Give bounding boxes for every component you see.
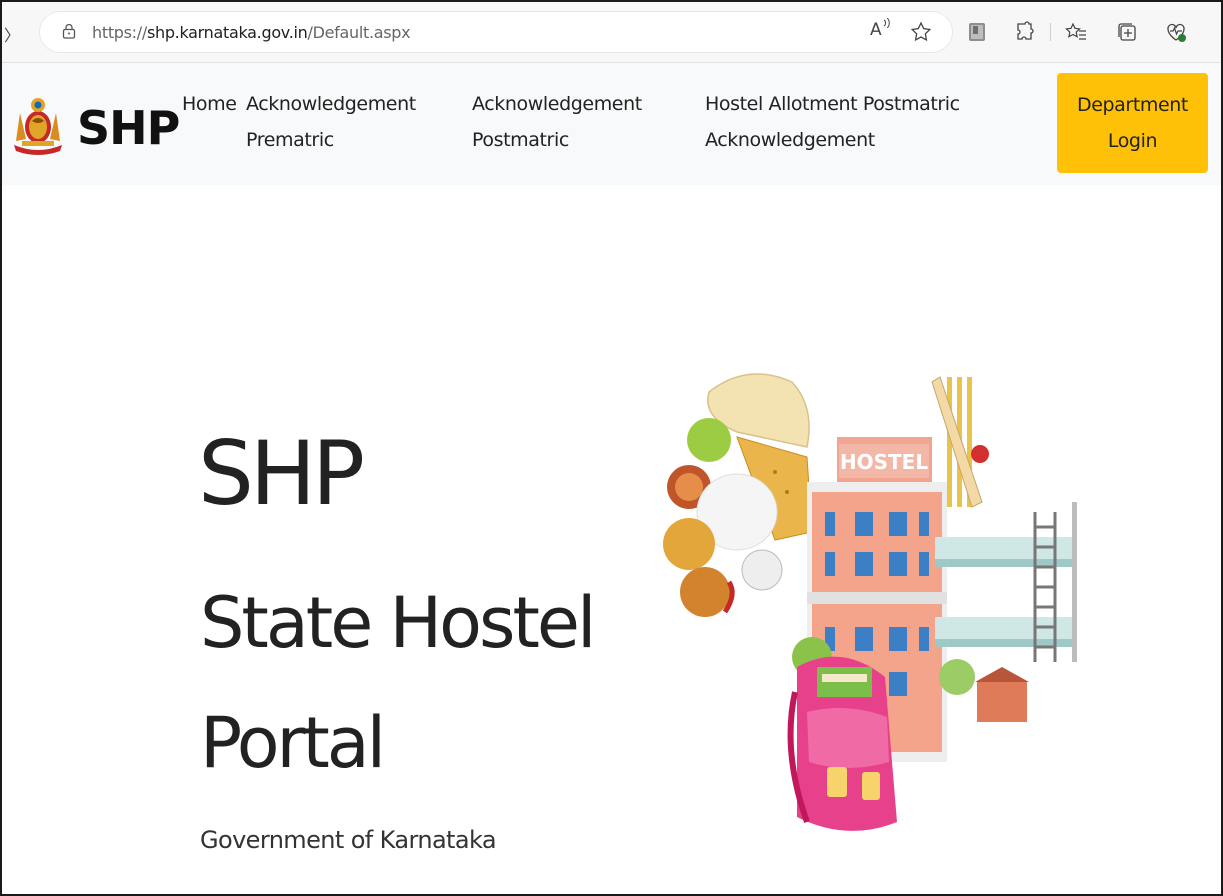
favorites-icon[interactable] xyxy=(1064,20,1088,44)
nav-home[interactable]: Home xyxy=(182,86,237,122)
url-text[interactable]: https://shp.karnataka.gov.in/Default.asp… xyxy=(92,23,411,42)
browser-toolbar: 〉 https://shp.karnataka.gov.in/Default.a… xyxy=(2,2,1221,63)
address-bar[interactable]: https://shp.karnataka.gov.in/Default.asp… xyxy=(40,12,952,52)
lock-icon[interactable] xyxy=(62,23,76,39)
hostel-illustration: HOSTEL xyxy=(663,373,1077,831)
nav-acknowledgement-postmatric[interactable]: Acknowledgement Postmatric xyxy=(472,86,642,158)
department-login-button[interactable]: Department Login xyxy=(1057,73,1208,173)
favorite-star-icon[interactable] xyxy=(909,20,933,44)
karnataka-emblem-icon[interactable] xyxy=(10,95,66,157)
extensions-icon[interactable] xyxy=(1013,20,1037,44)
nav-acknowledgement-prematric[interactable]: Acknowledgement Prematric xyxy=(246,86,416,158)
collections-icon[interactable] xyxy=(1115,20,1139,44)
site-navbar: SHP Home Acknowledgement Prematric Ackno… xyxy=(2,63,1221,185)
toolbar-divider xyxy=(1050,23,1051,41)
hero-subtitle-line1: State Hostel xyxy=(200,582,596,664)
hero-subtitle-line2: Portal xyxy=(200,702,386,784)
brand-logo-text[interactable]: SHP xyxy=(77,101,180,155)
hero-title: SHP xyxy=(198,422,365,525)
nav-hostel-allotment-postmatric-acknowledgement[interactable]: Hostel Allotment Postmatric Acknowledgem… xyxy=(705,86,960,158)
read-aloud-icon[interactable]: A xyxy=(868,18,892,44)
back-icon[interactable]: 〉 xyxy=(4,22,20,46)
hostel-sign-text: HOSTEL xyxy=(840,450,928,474)
government-of-karnataka-text: Government of Karnataka xyxy=(200,826,497,854)
performance-icon[interactable] xyxy=(1164,20,1188,44)
profile-icon[interactable] xyxy=(965,20,989,44)
browser-window: 〉 https://shp.karnataka.gov.in/Default.a… xyxy=(0,0,1223,896)
